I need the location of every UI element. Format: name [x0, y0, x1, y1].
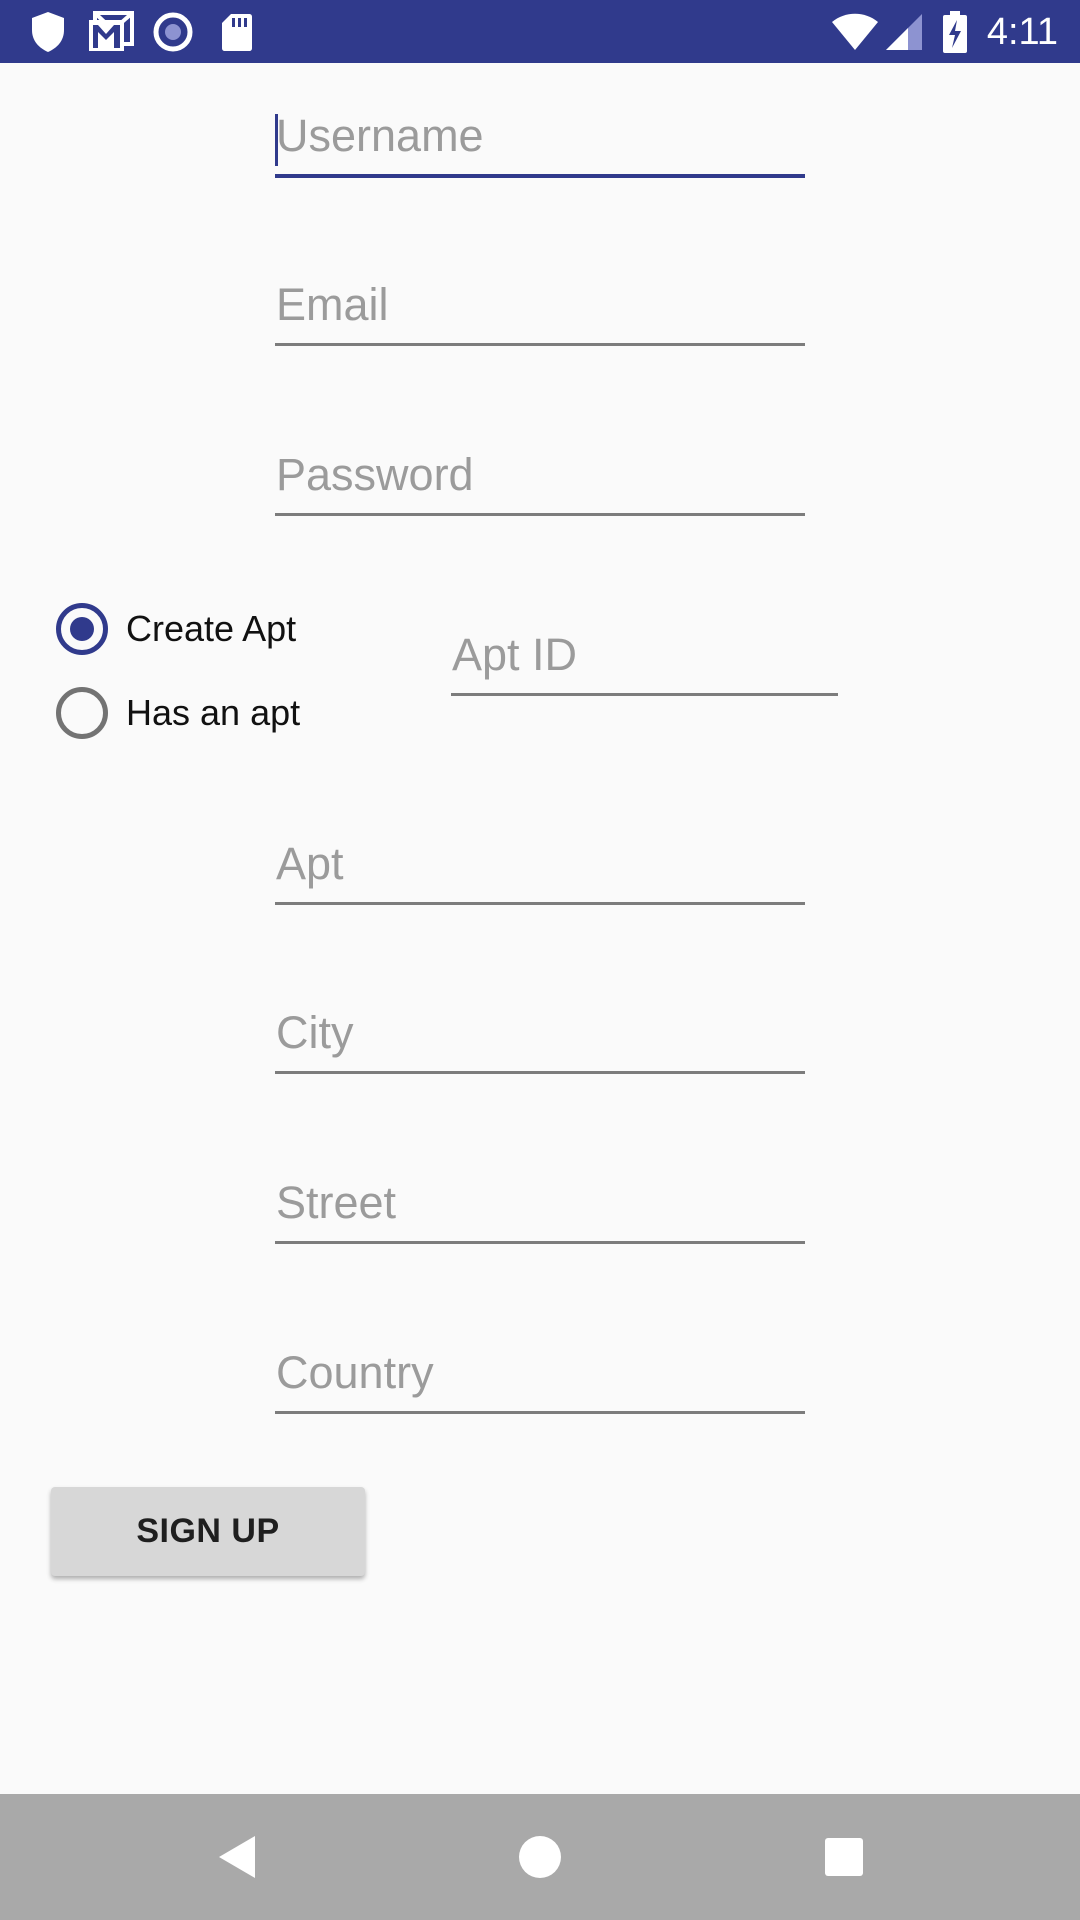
status-time: 4:11	[986, 11, 1058, 53]
back-button[interactable]	[157, 1794, 317, 1920]
radio-button-unchecked[interactable]	[56, 687, 108, 739]
sd-card-icon	[220, 10, 254, 54]
apt-id-input[interactable]	[451, 617, 838, 693]
radio-label-has-apt: Has an apt	[126, 692, 301, 733]
username-field[interactable]	[275, 98, 805, 178]
city-input[interactable]	[275, 995, 805, 1071]
street-field[interactable]	[275, 1165, 805, 1244]
password-input[interactable]	[275, 437, 805, 513]
password-field[interactable]	[275, 437, 805, 516]
text-cursor	[275, 114, 278, 166]
wifi-icon	[830, 10, 880, 54]
shield-icon	[28, 10, 68, 54]
navigation-bar	[0, 1794, 1080, 1920]
battery-charging-icon	[940, 10, 970, 54]
radio-has-apt[interactable]: Has an apt	[56, 683, 300, 743]
home-icon	[519, 1836, 561, 1878]
home-button[interactable]	[460, 1794, 620, 1920]
email-field[interactable]	[275, 267, 805, 346]
gmail-icon	[86, 10, 134, 54]
country-field[interactable]	[275, 1335, 805, 1414]
apt-field[interactable]	[275, 826, 805, 905]
apt-input[interactable]	[275, 826, 805, 902]
record-icon	[152, 10, 194, 54]
recents-button[interactable]	[764, 1794, 924, 1920]
street-input[interactable]	[275, 1165, 805, 1241]
back-icon	[219, 1836, 255, 1878]
status-bar: 4:11	[0, 0, 1080, 63]
country-input[interactable]	[275, 1335, 805, 1411]
sign-up-button[interactable]: SIGN UP	[51, 1487, 365, 1576]
city-field[interactable]	[275, 995, 805, 1074]
username-input[interactable]	[275, 98, 805, 174]
radio-create-apt[interactable]: Create Apt	[56, 599, 296, 659]
cell-signal-icon	[884, 10, 924, 54]
radio-label-create-apt: Create Apt	[126, 608, 297, 649]
recents-icon	[825, 1838, 863, 1876]
email-input[interactable]	[275, 267, 805, 343]
apt-id-field[interactable]	[451, 617, 838, 696]
radio-button-checked[interactable]	[56, 603, 108, 655]
